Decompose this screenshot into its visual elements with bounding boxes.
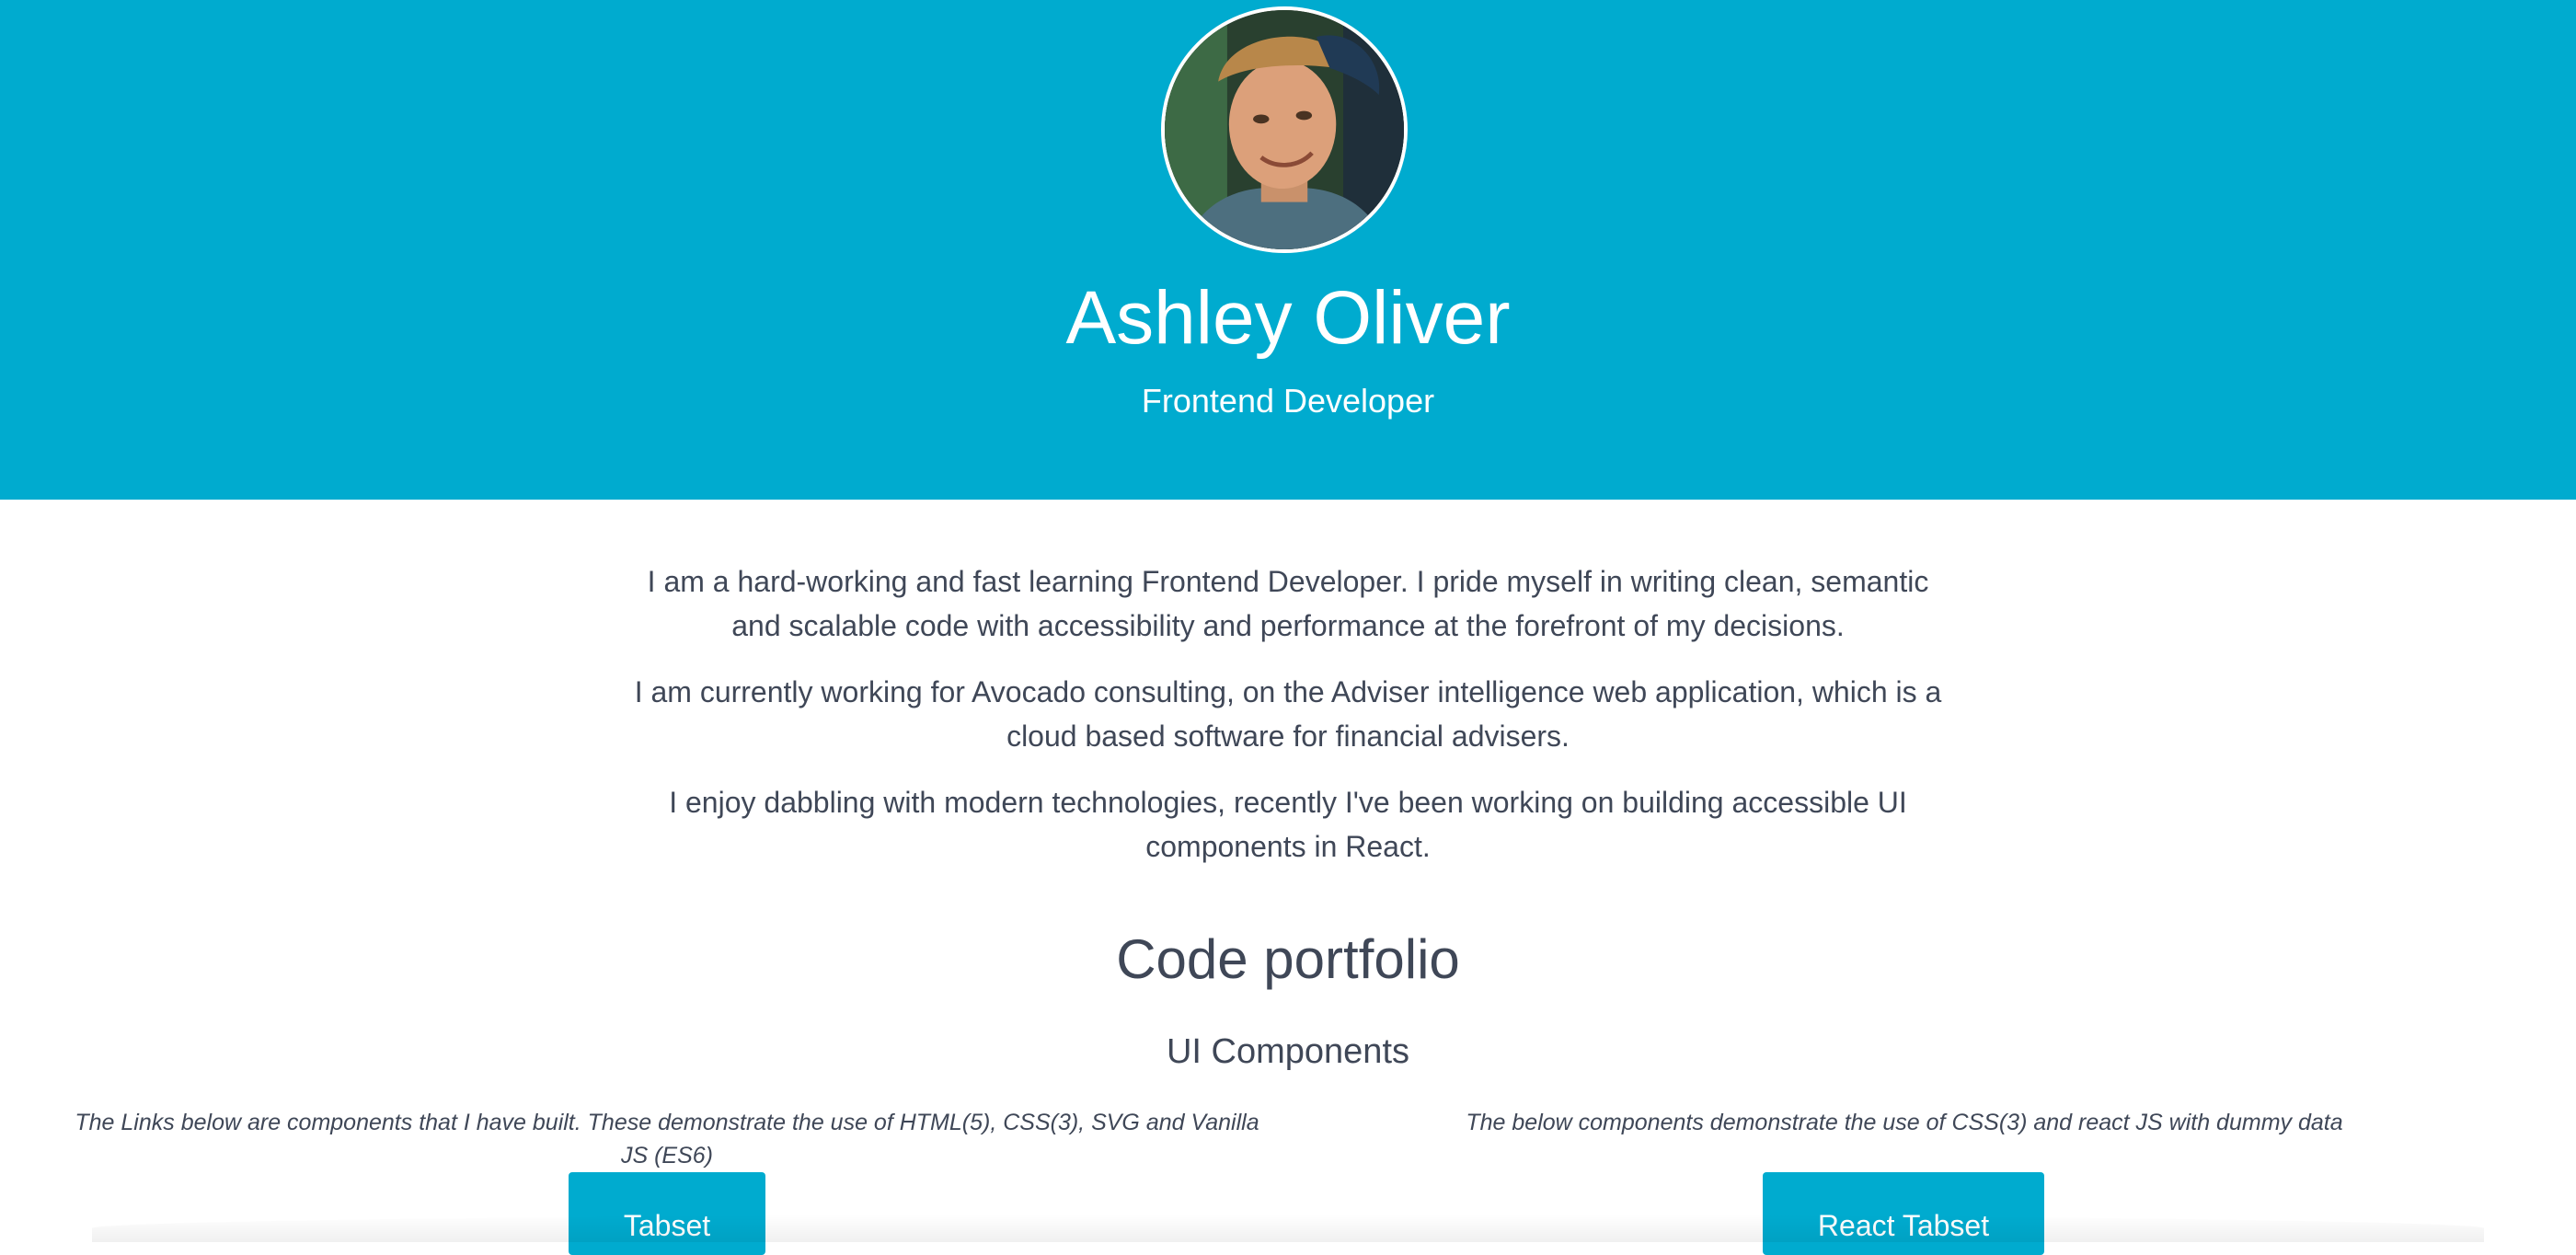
profile-photo-icon xyxy=(1165,10,1404,249)
profile-name: Ashley Oliver xyxy=(1065,276,1511,360)
ui-components-title: UI Components xyxy=(1166,1032,1409,1071)
react-components-description: The below components demonstrate the use… xyxy=(1466,1110,2343,1135)
hero-header: Ashley Oliver Frontend Developer xyxy=(0,0,2576,500)
profile-role: Frontend Developer xyxy=(1141,382,1435,420)
bottom-shadow xyxy=(92,1215,2484,1242)
intro-paragraph: I am currently working for Avocado consu… xyxy=(634,675,1942,753)
intro-paragraph: I am a hard-working and fast learning Fr… xyxy=(647,565,1929,642)
tabset-button[interactable]: Tabset xyxy=(569,1172,765,1255)
vanilla-components-description: The Links below are components that I ha… xyxy=(75,1110,1259,1169)
react-tabset-button[interactable]: React Tabset xyxy=(1763,1172,2044,1255)
intro-section: I am a hard-working and fast learning Fr… xyxy=(626,559,1950,891)
profile-avatar xyxy=(1161,6,1408,253)
intro-paragraph: I enjoy dabbling with modern technologie… xyxy=(669,786,1907,863)
portfolio-title: Code portfolio xyxy=(1116,928,1460,990)
